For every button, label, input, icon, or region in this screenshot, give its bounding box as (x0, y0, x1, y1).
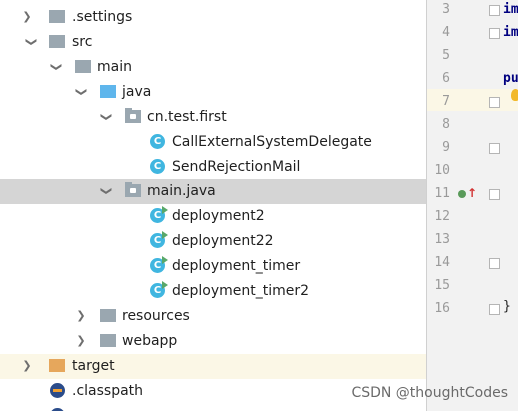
resources-folder-icon (100, 309, 116, 322)
chevron-down-icon[interactable]: ❯ (100, 111, 113, 123)
override-marker-icon[interactable]: ↑ (458, 187, 477, 201)
fold-marker-icon[interactable] (489, 5, 500, 16)
tree-item-target[interactable]: ❯ target (0, 354, 426, 379)
line-number: 4 (442, 25, 450, 40)
tree-item-partial[interactable] (0, 404, 426, 411)
tree-item-label: main.java (147, 183, 216, 199)
code-text[interactable]: im (503, 2, 518, 17)
lightbulb-icon[interactable] (511, 89, 518, 101)
runnable-class-icon: C (150, 256, 168, 273)
folder-icon (49, 35, 65, 48)
tree-item-class[interactable]: C SendRejectionMail (0, 155, 426, 180)
tree-item-label: cn.test.first (147, 109, 227, 125)
line-number: 8 (442, 117, 450, 132)
runnable-class-icon: C (150, 281, 168, 298)
chevron-down-icon[interactable]: ❯ (75, 86, 88, 98)
source-folder-icon (100, 85, 116, 98)
tree-item-main[interactable]: ❯ main (0, 55, 426, 80)
tree-item-label: .classpath (72, 383, 144, 399)
folder-icon (49, 10, 65, 23)
line-number: 5 (442, 48, 450, 63)
fold-marker-icon[interactable] (489, 143, 500, 154)
chevron-right-icon[interactable]: ❯ (75, 310, 87, 322)
tree-item-runnable-class[interactable]: C deployment2 (0, 204, 426, 229)
chevron-down-icon[interactable]: ❯ (100, 185, 113, 197)
tree-item-package-main-java[interactable]: ❯ main.java (0, 179, 426, 204)
code-text[interactable]: } (503, 299, 511, 314)
tree-item-webapp[interactable]: ❯ webapp (0, 329, 426, 354)
line-number: 16 (434, 301, 450, 316)
tree-item-label: deployment22 (172, 233, 274, 249)
tree-item-label: SendRejectionMail (172, 159, 301, 175)
line-number: 6 (442, 71, 450, 86)
tree-item-label: resources (122, 308, 190, 324)
fold-marker-icon[interactable] (489, 258, 500, 269)
folder-icon (100, 334, 116, 347)
line-number: 9 (442, 140, 450, 155)
code-text[interactable]: im (503, 25, 518, 40)
watermark: CSDN @thoughtCodes (351, 385, 508, 401)
tree-item-src[interactable]: ❯ src (0, 30, 426, 55)
runnable-class-icon: C (150, 206, 168, 223)
tree-item-label: java (122, 84, 152, 100)
fold-marker-icon[interactable] (489, 28, 500, 39)
line-number: 15 (434, 278, 450, 293)
line-number: 11 (434, 186, 450, 201)
line-number: 12 (434, 209, 450, 224)
classpath-icon (50, 383, 65, 398)
tree-item-runnable-class[interactable]: C deployment_timer2 (0, 279, 426, 304)
line-number: 7 (442, 94, 450, 109)
tree-item-label: main (97, 59, 132, 75)
class-icon: C (150, 134, 165, 149)
chevron-right-icon[interactable]: ❯ (21, 11, 33, 23)
line-number: 14 (434, 255, 450, 270)
package-icon (125, 108, 141, 123)
fold-marker-icon[interactable] (489, 97, 500, 108)
line-number: 10 (434, 163, 450, 178)
runnable-class-icon: C (150, 231, 168, 248)
class-icon: C (150, 159, 165, 174)
chevron-right-icon[interactable]: ❯ (75, 335, 87, 347)
tree-item-label: deployment_timer (172, 258, 301, 274)
tree-item-java[interactable]: ❯ java (0, 80, 426, 105)
chevron-right-icon[interactable]: ❯ (21, 360, 33, 372)
tree-item-label: target (72, 358, 115, 374)
line-number: 3 (442, 2, 450, 17)
tree-item-label: CallExternalSystemDelegate (172, 134, 372, 150)
tree-item-settings[interactable]: ❯ .settings (0, 5, 426, 30)
tree-item-label: src (72, 34, 93, 50)
package-icon (125, 182, 141, 197)
folder-icon (75, 60, 91, 73)
line-number: 13 (434, 232, 450, 247)
tree-item-resources[interactable]: ❯ resources (0, 304, 426, 329)
fold-marker-icon[interactable] (489, 304, 500, 315)
chevron-down-icon[interactable]: ❯ (50, 61, 63, 73)
tree-item-runnable-class[interactable]: C deployment22 (0, 229, 426, 254)
fold-marker-icon[interactable] (489, 189, 500, 200)
tree-item-label: deployment_timer2 (172, 283, 310, 299)
project-tree: ❯ .settings ❯ src ❯ main ❯ java ❯ cn.tes… (0, 0, 426, 411)
tree-item-class[interactable]: C CallExternalSystemDelegate (0, 130, 426, 155)
tree-item-label: deployment2 (172, 208, 265, 224)
tree-item-runnable-class[interactable]: C deployment_timer (0, 254, 426, 279)
tree-item-label: .settings (72, 9, 133, 25)
chevron-down-icon[interactable]: ❯ (25, 36, 38, 48)
code-text[interactable]: pu (503, 71, 518, 86)
tree-item-package-cn-test-first[interactable]: ❯ cn.test.first (0, 105, 426, 130)
tree-item-label: webapp (122, 333, 178, 349)
excluded-folder-icon (49, 359, 65, 372)
